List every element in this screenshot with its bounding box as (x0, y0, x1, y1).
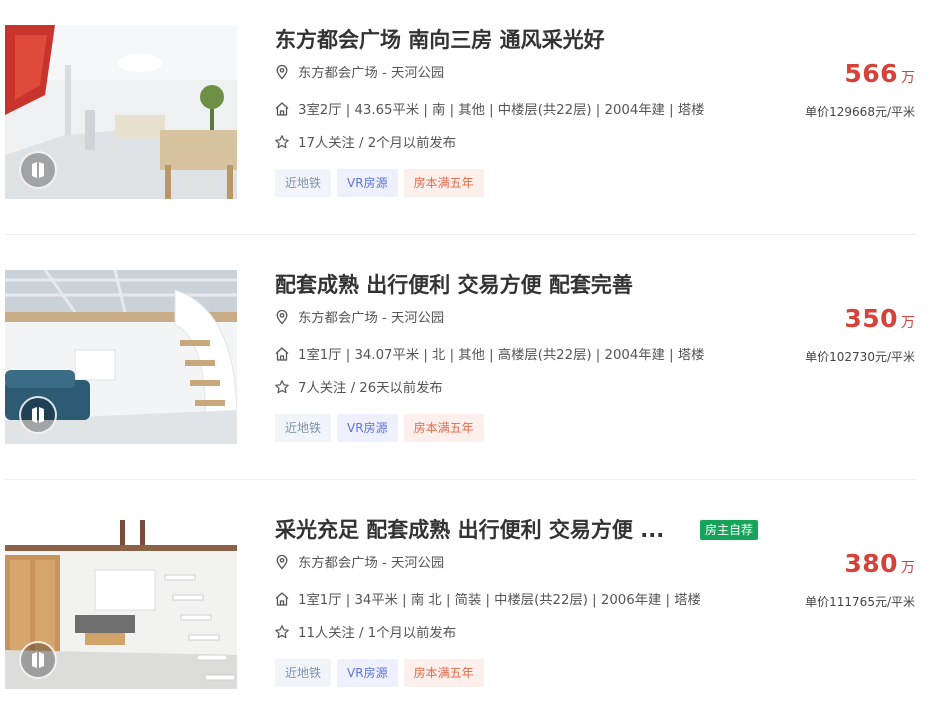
price-value: 350 (844, 304, 898, 333)
price-value: 380 (844, 549, 898, 578)
location-row: 东方都会广场 - 天河公园 (274, 553, 444, 575)
listing-photo[interactable] (5, 25, 237, 199)
location-row: 东方都会广场 - 天河公园 (274, 63, 444, 85)
price-unit: 万 (901, 315, 915, 331)
listing-card[interactable]: 采光充足 配套成熟 出行便利 交易方便 ... 房主自荐 东方都会广场 - 天河… (0, 515, 941, 715)
unit-price: 单价111765元/平米 (805, 595, 915, 609)
location-pin-icon (276, 309, 288, 325)
house-icon (275, 347, 289, 361)
details-text: 1室1厅 | 34.07平米 | 北 | 其他 | 高楼层(共22层) | 20… (298, 348, 705, 363)
followers-text: 11人关注 / 1个月以前发布 (298, 626, 456, 641)
followers-text: 7人关注 / 26天以前发布 (298, 381, 443, 396)
tag-subway: 近地铁 (275, 659, 332, 687)
followers-text: 17人关注 / 2个月以前发布 (298, 136, 456, 151)
followers-row: 17人关注 / 2个月以前发布 (274, 133, 456, 155)
details-text: 3室2厅 | 43.65平米 | 南 | 其他 | 中楼层(共22层) | 20… (298, 103, 705, 118)
location-text[interactable]: 东方都会广场 - 天河公园 (298, 556, 444, 571)
tag-subway: 近地铁 (275, 169, 332, 197)
details-row: 3室2厅 | 43.65平米 | 南 | 其他 | 中楼层(共22层) | 20… (274, 100, 704, 122)
price-unit: 万 (901, 70, 915, 86)
listing-photo[interactable] (5, 270, 237, 444)
tag-list: 近地铁 VR房源 房本满五年 (275, 659, 490, 687)
listing-title[interactable]: 东方都会广场 南向三房 通风采光好 (275, 25, 605, 55)
details-row: 1室1厅 | 34.07平米 | 北 | 其他 | 高楼层(共22层) | 20… (274, 345, 704, 367)
vr-icon (19, 151, 57, 189)
tag-vr: VR房源 (337, 169, 398, 197)
divider (5, 479, 916, 480)
tag-vr: VR房源 (337, 414, 398, 442)
followers-row: 11人关注 / 1个月以前发布 (274, 623, 456, 645)
house-icon (275, 102, 289, 116)
unit-price: 单价102730元/平米 (805, 350, 915, 364)
location-pin-icon (276, 554, 288, 570)
location-text[interactable]: 东方都会广场 - 天河公园 (298, 66, 444, 81)
owner-recommend-badge: 房主自荐 (700, 520, 759, 540)
star-icon (275, 135, 289, 149)
listing-title[interactable]: 采光充足 配套成熟 出行便利 交易方便 ... (275, 515, 664, 545)
details-row: 1室1厅 | 34平米 | 南 北 | 简装 | 中楼层(共22层) | 200… (274, 590, 701, 612)
tag-list: 近地铁 VR房源 房本满五年 (275, 414, 490, 442)
listing-photo[interactable] (5, 515, 237, 689)
tag-vr: VR房源 (337, 659, 398, 687)
price-unit: 万 (901, 560, 915, 576)
total-price: 380 万 (844, 549, 915, 589)
total-price: 566 万 (844, 59, 915, 99)
vr-icon (19, 396, 57, 434)
house-icon (275, 592, 289, 606)
listing-card[interactable]: 东方都会广场 南向三房 通风采光好 东方都会广场 - 天河公园 3室2厅 | 4… (0, 25, 941, 225)
star-icon (275, 625, 289, 639)
tag-five-years: 房本满五年 (403, 414, 484, 442)
vr-icon (19, 641, 57, 679)
location-text[interactable]: 东方都会广场 - 天河公园 (298, 311, 444, 326)
listing-title[interactable]: 配套成熟 出行便利 交易方便 配套完善 (275, 270, 633, 300)
followers-row: 7人关注 / 26天以前发布 (274, 378, 443, 400)
star-icon (275, 380, 289, 394)
listing-card[interactable]: 配套成熟 出行便利 交易方便 配套完善 东方都会广场 - 天河公园 1室1厅 |… (0, 270, 941, 470)
tag-five-years: 房本满五年 (403, 659, 484, 687)
total-price: 350 万 (844, 304, 915, 344)
price-value: 566 (844, 59, 898, 88)
tag-five-years: 房本满五年 (403, 169, 484, 197)
location-pin-icon (276, 64, 288, 80)
divider (5, 234, 916, 235)
details-text: 1室1厅 | 34平米 | 南 北 | 简装 | 中楼层(共22层) | 200… (298, 593, 701, 608)
location-row: 东方都会广场 - 天河公园 (274, 308, 444, 330)
tag-list: 近地铁 VR房源 房本满五年 (275, 169, 490, 197)
unit-price: 单价129668元/平米 (805, 105, 915, 119)
tag-subway: 近地铁 (275, 414, 332, 442)
